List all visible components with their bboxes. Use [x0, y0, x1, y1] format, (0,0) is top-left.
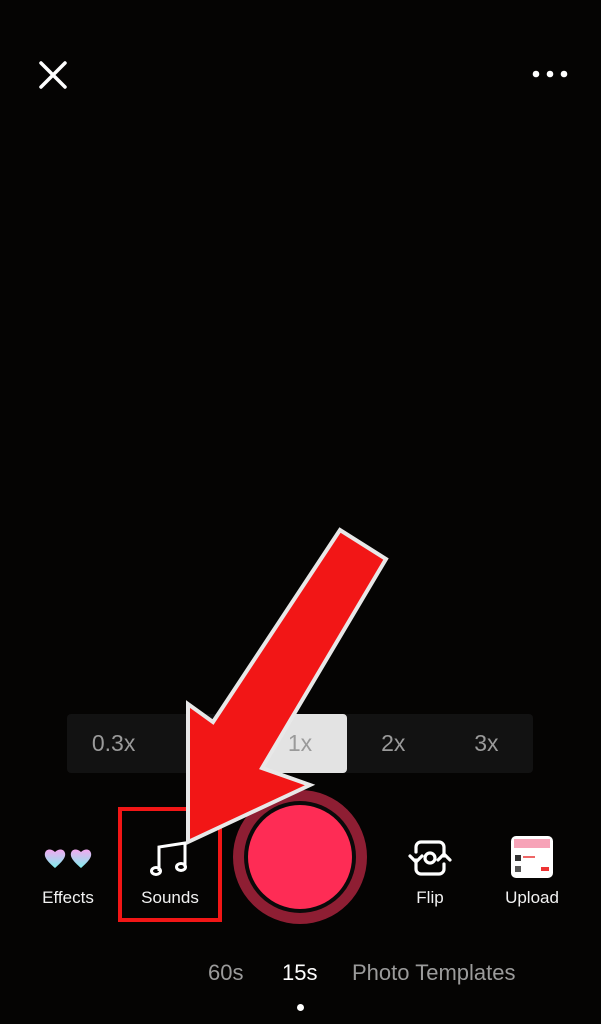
upload-label: Upload	[505, 888, 559, 907]
upload-button[interactable]: Upload	[487, 836, 577, 908]
gallery-thumbnail	[511, 836, 553, 878]
speed-option-2x[interactable]: 2x	[347, 714, 440, 773]
mode-photo-templates[interactable]: Photo Templates	[352, 960, 515, 986]
mode-60s[interactable]: 60s	[208, 960, 243, 986]
close-icon[interactable]	[38, 60, 68, 90]
effects-button[interactable]: Effects	[23, 838, 113, 908]
record-button-core	[248, 805, 352, 909]
speed-option-3x[interactable]: 3x	[440, 714, 533, 773]
speed-option-1x[interactable]: 1x	[253, 714, 347, 773]
flip-camera-icon	[408, 838, 452, 878]
effects-label: Effects	[42, 888, 94, 907]
hearts-glasses-icon	[43, 838, 93, 878]
flip-button[interactable]: Flip	[385, 838, 475, 908]
flip-label: Flip	[416, 888, 444, 907]
speed-option-0.5x[interactable]: 0.5x	[160, 714, 253, 773]
mode-indicator-dot	[297, 1004, 304, 1011]
speed-selector: 0.3x 0.5x 1x 2x 3x	[67, 714, 533, 773]
sounds-highlight-box	[118, 807, 222, 922]
speed-option-0.3x[interactable]: 0.3x	[67, 714, 160, 773]
mode-15s[interactable]: 15s	[282, 960, 317, 986]
more-horizontal-icon[interactable]	[530, 66, 570, 82]
record-button[interactable]	[233, 790, 367, 924]
